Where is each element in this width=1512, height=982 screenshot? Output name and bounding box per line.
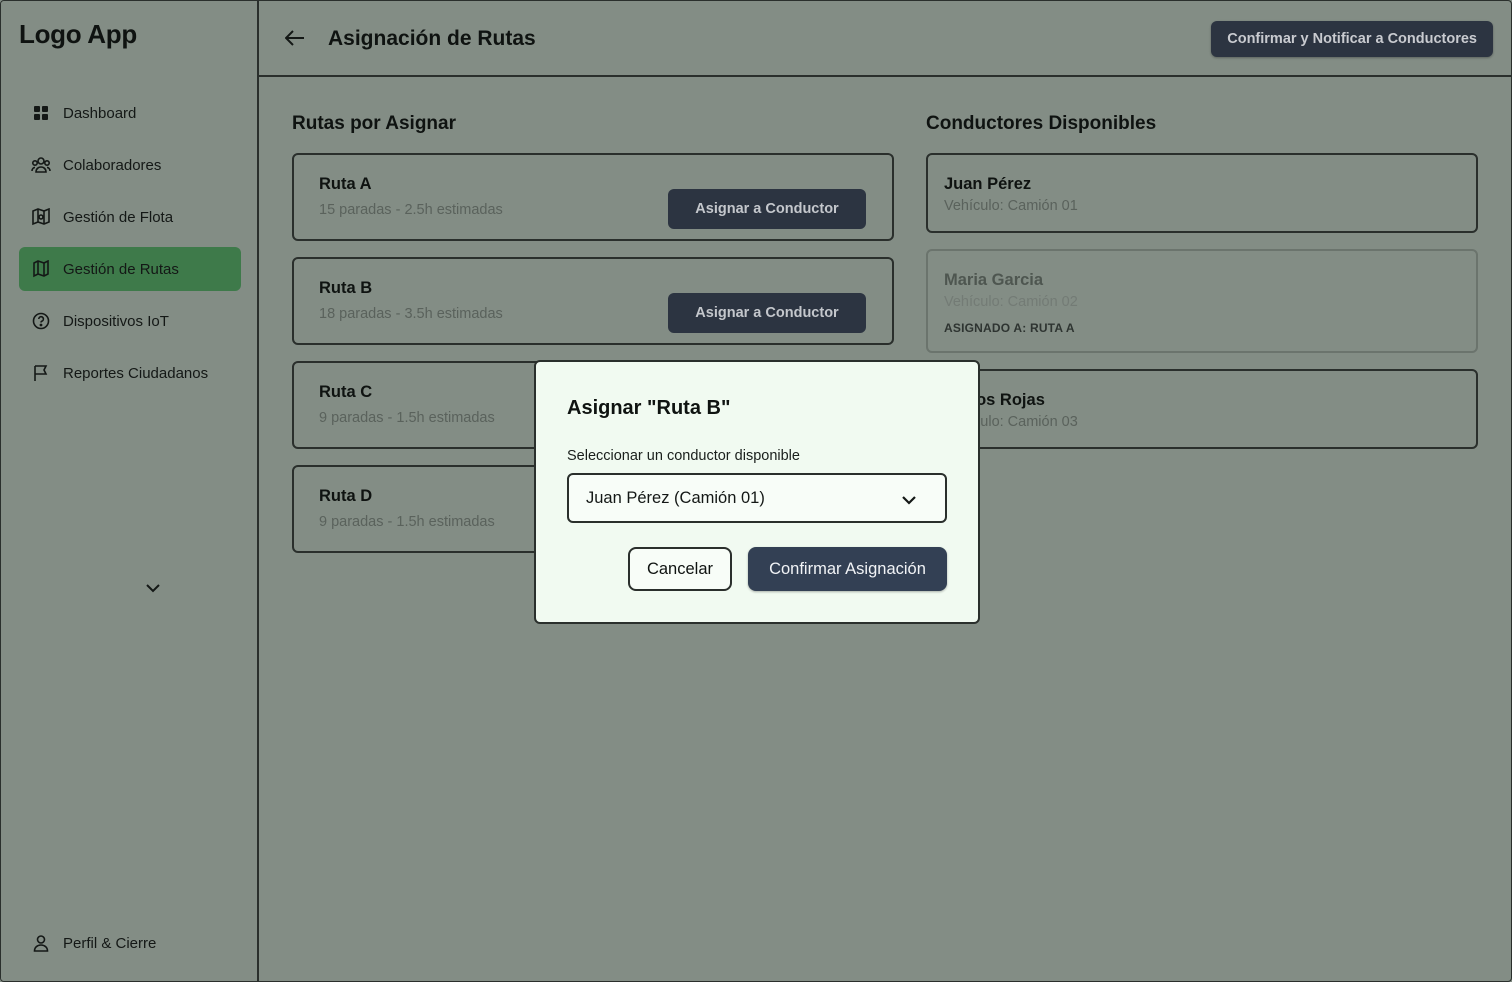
sidebar-item-label: Colaboradores bbox=[63, 156, 162, 174]
sidebar-item-label: Gestión de Flota bbox=[63, 208, 174, 226]
route-name: Ruta C bbox=[319, 383, 373, 401]
map-icon bbox=[31, 259, 51, 279]
route-meta: 9 paradas - 1.5h estimadas bbox=[319, 410, 495, 426]
route-name: Ruta D bbox=[319, 487, 373, 505]
sidebar-item-label: Reportes Ciudadanos bbox=[63, 364, 209, 382]
modal-title: Asignar "Ruta B" bbox=[567, 397, 731, 419]
sidebar-item-label: Dispositivos IoT bbox=[63, 312, 169, 330]
chevron-down-icon[interactable] bbox=[142, 577, 164, 599]
driver-card[interactable]: Juan Pérez Vehículo: Camión 01 bbox=[926, 153, 1478, 233]
users-icon bbox=[31, 155, 51, 175]
help-circle-icon bbox=[31, 311, 51, 331]
sidebar-item-iot[interactable]: Dispositivos IoT bbox=[19, 299, 241, 343]
driver-card[interactable]: Carlos Rojas Vehículo: Camión 03 bbox=[926, 369, 1478, 449]
sidebar-item-label: Dashboard bbox=[63, 104, 137, 122]
cancel-button[interactable]: Cancelar bbox=[628, 547, 732, 591]
driver-card: Maria Garcia Vehículo: Camión 02 ASIGNAD… bbox=[926, 249, 1478, 353]
sidebar-item-rutas[interactable]: Gestión de Rutas bbox=[19, 247, 241, 291]
assign-modal: Asignar "Ruta B" Seleccionar un conducto… bbox=[534, 360, 980, 624]
fleet-icon bbox=[31, 207, 51, 227]
driver-vehicle: Vehículo: Camión 02 bbox=[944, 294, 1078, 310]
back-arrow-icon[interactable] bbox=[283, 26, 307, 50]
sidebar: Logo App Dashboard Colaboradores Gestión… bbox=[1, 1, 259, 981]
driver-name: Maria Garcia bbox=[944, 271, 1044, 289]
flag-icon bbox=[31, 363, 51, 383]
routes-section-title: Rutas por Asignar bbox=[292, 113, 456, 134]
route-meta: 15 paradas - 2.5h estimadas bbox=[319, 202, 503, 218]
driver-vehicle: Vehículo: Camión 01 bbox=[944, 198, 1078, 214]
assigned-badge: ASIGNADO A: RUTA A bbox=[944, 321, 1075, 335]
assign-driver-button[interactable]: Asignar a Conductor bbox=[668, 293, 866, 333]
header: Asignación de Rutas Confirmar y Notifica… bbox=[259, 1, 1511, 77]
assign-driver-button[interactable]: Asignar a Conductor bbox=[668, 189, 866, 229]
driver-name: Juan Pérez bbox=[944, 175, 1032, 193]
sidebar-item-label: Gestión de Rutas bbox=[63, 260, 179, 278]
route-card: Ruta A 15 paradas - 2.5h estimadas Asign… bbox=[292, 153, 894, 241]
driver-select-value: Juan Pérez (Camión 01) bbox=[586, 488, 765, 507]
app-logo: Logo App bbox=[19, 19, 137, 49]
route-card: Ruta B 18 paradas - 3.5h estimadas Asign… bbox=[292, 257, 894, 345]
page-title: Asignación de Rutas bbox=[328, 27, 536, 50]
sidebar-item-colaboradores[interactable]: Colaboradores bbox=[19, 143, 241, 187]
route-name: Ruta A bbox=[319, 175, 372, 193]
route-meta: 9 paradas - 1.5h estimadas bbox=[319, 514, 495, 530]
sidebar-item-reportes[interactable]: Reportes Ciudadanos bbox=[19, 351, 241, 395]
sidebar-item-dashboard[interactable]: Dashboard bbox=[19, 91, 241, 135]
confirm-notify-button[interactable]: Confirmar y Notificar a Conductores bbox=[1211, 21, 1493, 57]
user-icon bbox=[31, 933, 51, 953]
drivers-section-title: Conductores Disponibles bbox=[926, 113, 1157, 134]
driver-select[interactable]: Juan Pérez (Camión 01) bbox=[567, 473, 947, 523]
route-name: Ruta B bbox=[319, 279, 373, 297]
route-meta: 18 paradas - 3.5h estimadas bbox=[319, 306, 503, 322]
grid-icon bbox=[31, 103, 51, 123]
sidebar-item-flota[interactable]: Gestión de Flota bbox=[19, 195, 241, 239]
driver-select-label: Seleccionar un conductor disponible bbox=[567, 448, 800, 464]
confirm-assignment-button[interactable]: Confirmar Asignación bbox=[748, 547, 947, 591]
app-window: Logo App Dashboard Colaboradores Gestión… bbox=[0, 0, 1512, 982]
profile-logout[interactable]: Perfil & Cierre bbox=[19, 921, 241, 965]
profile-label: Perfil & Cierre bbox=[63, 934, 157, 952]
chevron-down-icon bbox=[900, 491, 918, 509]
